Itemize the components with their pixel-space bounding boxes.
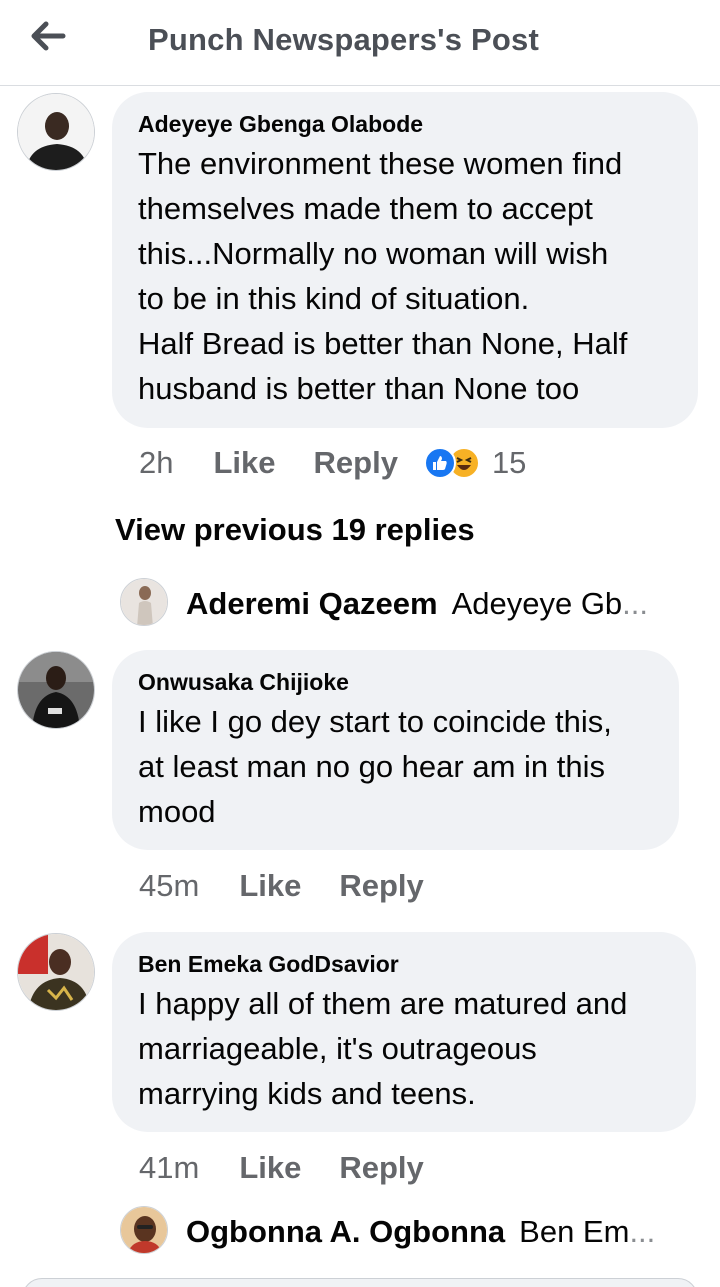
comment-time[interactable]: 41m	[139, 1150, 199, 1186]
reply-ellipsis: ...	[629, 1214, 656, 1249]
reaction-count: 15	[491, 445, 527, 480]
reply-ellipsis: ...	[622, 586, 649, 621]
like-button[interactable]: Like	[239, 1150, 301, 1186]
back-arrow-icon[interactable]	[28, 18, 68, 54]
comment-input[interactable]	[22, 1278, 698, 1287]
view-previous-replies-link[interactable]: View previous 19 replies	[115, 512, 475, 548]
comment-time[interactable]: 2h	[139, 445, 173, 481]
comment-actions: 2h Like Reply 15	[139, 441, 526, 485]
page-title: Punch Newspapers's Post	[148, 22, 539, 57]
top-bar: Punch Newspapers's Post	[0, 0, 720, 86]
comment-text: I like I go dey start to coincide this, …	[138, 704, 612, 829]
reply-author[interactable]: Ogbonna A. Ogbonna	[186, 1214, 505, 1250]
like-button[interactable]: Like	[213, 445, 275, 481]
comment-actions: 41m Like Reply	[139, 1146, 462, 1190]
like-icon	[423, 447, 456, 479]
reply-preview[interactable]: Aderemi Qazeem Adeyeye Gb ...	[186, 578, 648, 630]
reply-button[interactable]: Reply	[339, 868, 423, 904]
avatar[interactable]	[17, 933, 95, 1011]
reply-snippet: Ben Em	[519, 1214, 630, 1249]
comment-author[interactable]: Ben Emeka GodDsavior	[138, 950, 670, 978]
avatar[interactable]	[17, 651, 95, 729]
comment-time[interactable]: 45m	[139, 868, 199, 904]
reaction-summary[interactable]: 15	[423, 445, 527, 481]
reply-button[interactable]: Reply	[314, 445, 398, 481]
comment-bubble: Adeyeye Gbenga Olabode The environment t…	[112, 92, 698, 428]
comment-author[interactable]: Onwusaka Chijioke	[138, 668, 653, 696]
reply-author[interactable]: Aderemi Qazeem	[186, 586, 438, 622]
comment-text: I happy all of them are matured and marr…	[138, 986, 628, 1111]
avatar[interactable]	[120, 578, 168, 626]
like-button[interactable]: Like	[239, 868, 301, 904]
reply-snippet: Adeyeye Gb	[451, 586, 623, 621]
reply-button[interactable]: Reply	[339, 1150, 423, 1186]
reply-preview[interactable]: Ogbonna A. Ogbonna Ben Em ...	[186, 1206, 655, 1258]
avatar[interactable]	[17, 93, 95, 171]
comment-text: The environment these women find themsel…	[138, 146, 628, 406]
comment-actions: 45m Like Reply	[139, 864, 462, 908]
avatar[interactable]	[120, 1206, 168, 1254]
comment-bubble: Ben Emeka GodDsavior I happy all of them…	[112, 932, 696, 1132]
comment-bubble: Onwusaka Chijioke I like I go dey start …	[112, 650, 679, 850]
comment-author[interactable]: Adeyeye Gbenga Olabode	[138, 110, 672, 138]
